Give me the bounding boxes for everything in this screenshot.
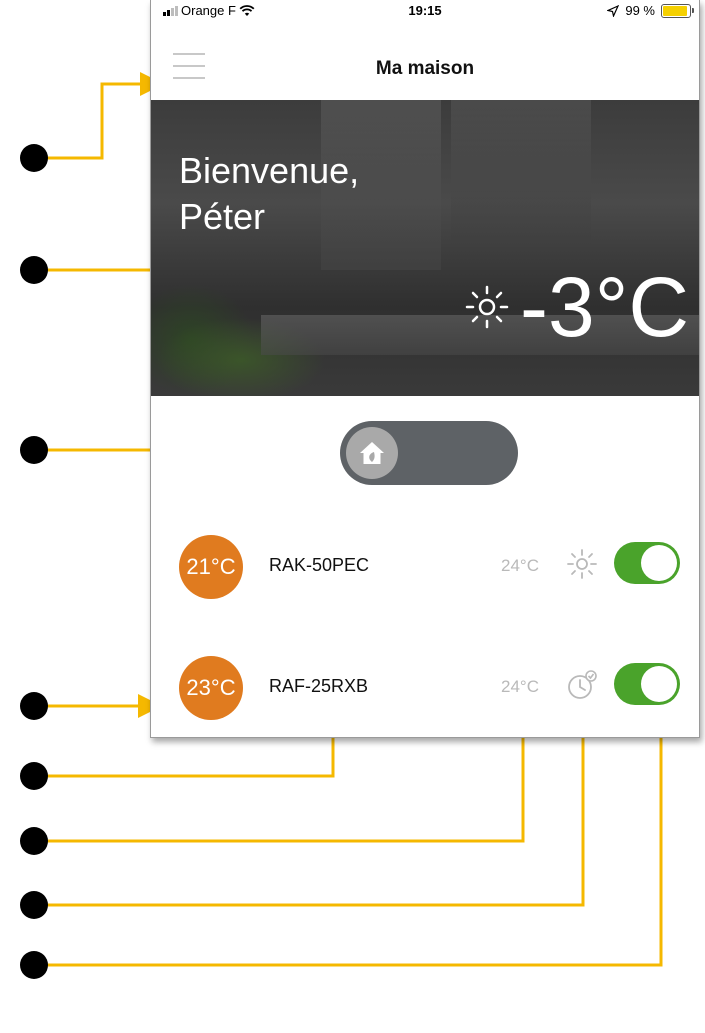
home-eco-icon — [360, 442, 384, 464]
greeting: Bienvenue, Péter — [179, 148, 359, 240]
device-name: RAK-50PEC — [269, 555, 370, 575]
background-decor — [451, 100, 591, 250]
annotation-dot-mode-toggle — [20, 436, 48, 464]
set-temperature: 24°C — [501, 677, 539, 696]
room-temperature-badge: 23°C — [179, 656, 243, 720]
annotation-dot-power-switch — [20, 951, 48, 979]
power-switch[interactable] — [614, 663, 680, 705]
status-right: 99 % — [607, 3, 694, 18]
annotation-dot-menu — [20, 144, 48, 172]
annotation-dot-weather — [20, 256, 48, 284]
set-temperature: 24°C — [501, 556, 539, 575]
sun-icon — [465, 285, 509, 329]
switch-knob — [641, 545, 677, 581]
greeting-line1: Bienvenue, — [179, 150, 360, 191]
sun-icon — [567, 549, 597, 579]
annotation-dot-device-name — [20, 762, 48, 790]
home-mode-toggle[interactable] — [340, 421, 518, 485]
outdoor-temperature: -3°C — [520, 260, 689, 354]
device-row[interactable]: 23°C RAF-25RXB 24°C — [151, 656, 699, 726]
hero-banner: Bienvenue, Péter -3°C — [151, 100, 699, 396]
device-name: RAF-25RXB — [269, 676, 369, 696]
phone-screen: Orange F 19:15 99 % Ma maison Bienvenue, — [150, 0, 700, 738]
status-bar: Orange F 19:15 99 % — [151, 0, 699, 20]
annotation-dot-mode-icon — [20, 891, 48, 919]
room-temperature-badge: 21°C — [179, 535, 243, 599]
weather-widget: -3°C — [464, 262, 689, 352]
location-arrow-icon — [607, 4, 620, 17]
annotation-dot-room-temp — [20, 692, 48, 720]
switch-knob — [641, 666, 677, 702]
power-switch[interactable] — [614, 542, 680, 584]
page-title: Ma maison — [375, 58, 475, 79]
nav-bar: Ma maison — [151, 20, 699, 100]
device-row[interactable]: 21°C RAK-50PEC 24°C — [151, 535, 699, 605]
timer-icon — [568, 670, 597, 699]
annotation-dot-set-temp — [20, 827, 48, 855]
battery-icon — [661, 3, 694, 18]
user-name: Péter — [179, 196, 266, 237]
battery-percent: 99 % — [625, 3, 655, 18]
toggle-knob — [346, 427, 398, 479]
